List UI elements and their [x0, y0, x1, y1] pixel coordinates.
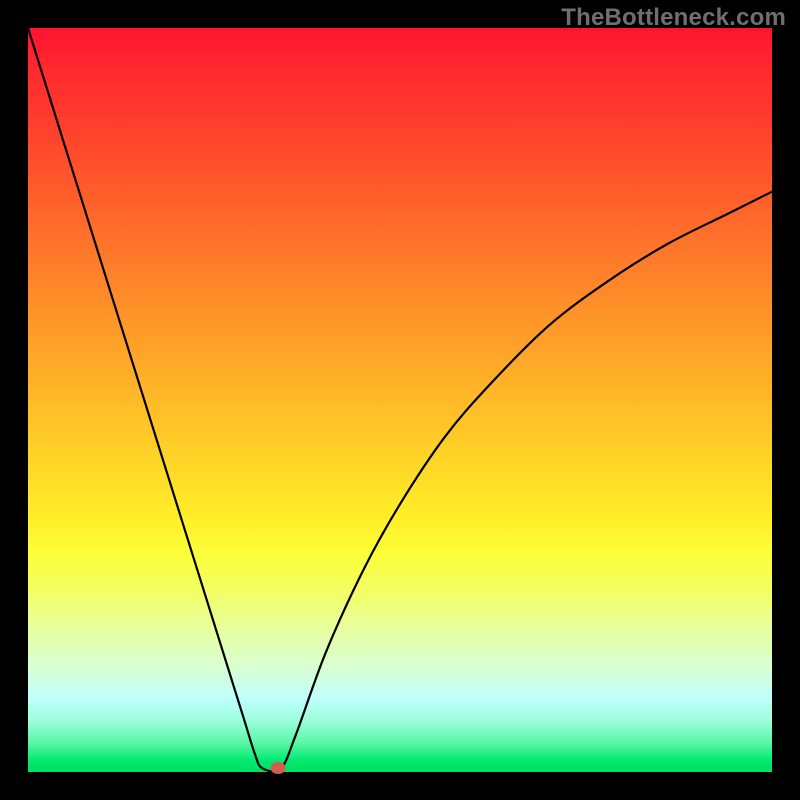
- bottleneck-curve: [28, 28, 772, 771]
- curve-layer: [28, 28, 772, 772]
- optimum-marker: [270, 762, 285, 774]
- chart-frame: TheBottleneck.com: [0, 0, 800, 800]
- plot-area: [28, 28, 772, 772]
